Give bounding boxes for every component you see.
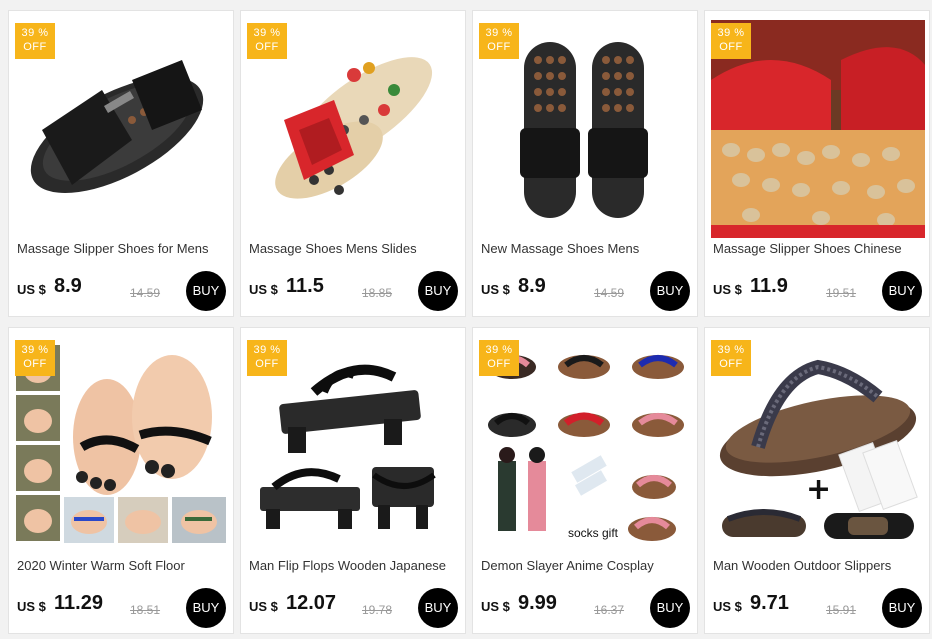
product-card[interactable]: 39 % OFF 2020 Winter Warm Soft Floor US …	[8, 327, 234, 634]
original-price: 15.91	[826, 603, 857, 617]
product-title[interactable]: Massage Slipper Shoes for Mens	[17, 241, 231, 256]
buy-button[interactable]: BUY	[882, 271, 922, 311]
currency-label: US $	[249, 599, 278, 614]
currency-label: US $	[17, 599, 46, 614]
currency-label: US $	[481, 599, 510, 614]
original-price: 19.78	[362, 603, 393, 617]
buy-button[interactable]: BUY	[186, 271, 226, 311]
discount-badge: 39 % OFF	[711, 340, 751, 376]
original-price: 16.37	[594, 603, 625, 617]
image-caption: socks gift	[568, 526, 619, 540]
original-price: 18.51	[130, 603, 161, 617]
currency-label: US $	[713, 599, 742, 614]
discount-badge: 39 % OFF	[15, 340, 55, 376]
product-price: 11.5	[286, 275, 324, 297]
product-card[interactable]: 39 % OFF Massage Slipper Shoes for Mens U…	[8, 10, 234, 317]
svg-text:+: +	[806, 472, 831, 507]
product-title[interactable]: 2020 Winter Warm Soft Floor	[17, 558, 231, 573]
currency-label: US $	[249, 282, 278, 297]
product-price: 8.9	[54, 275, 82, 297]
currency-label: US $	[17, 282, 46, 297]
product-grid: 39 % OFF Massage Slipper Shoes for Mens U…	[6, 10, 930, 634]
product-card[interactable]: 39 % OFF Massage Shoes Mens Slides US $ 1…	[240, 10, 466, 317]
product-title[interactable]: Man Wooden Outdoor Slippers	[713, 558, 927, 573]
currency-label: US $	[713, 282, 742, 297]
buy-button[interactable]: BUY	[650, 271, 690, 311]
buy-button[interactable]: BUY	[650, 588, 690, 628]
product-price: 8.9	[518, 275, 546, 297]
product-card[interactable]: 39 % OFF Massage Slipper Shoes Chinese U…	[704, 10, 930, 317]
product-card[interactable]: 39 % OFF + Man Wooden Outdoor Slippers US…	[704, 327, 930, 634]
product-card[interactable]: 39 % OFF New Massage Shoes Mens US $ 8.9…	[472, 10, 698, 317]
original-price: 19.51	[826, 286, 857, 300]
product-title[interactable]: Man Flip Flops Wooden Japanese	[249, 558, 463, 573]
product-price: 9.71	[750, 592, 789, 614]
original-price: 14.59	[130, 286, 161, 300]
product-price: 12.07	[286, 592, 337, 614]
product-price: 11.9	[750, 275, 788, 297]
discount-badge: 39 % OFF	[247, 23, 287, 59]
product-title[interactable]: Demon Slayer Anime Cosplay	[481, 558, 695, 573]
buy-button[interactable]: BUY	[882, 588, 922, 628]
product-title[interactable]: New Massage Shoes Mens	[481, 241, 695, 256]
product-card[interactable]: 39 % OFF socks gift Demon Slayer Anime C…	[472, 327, 698, 634]
buy-button[interactable]: BUY	[418, 588, 458, 628]
discount-badge: 39 % OFF	[479, 23, 519, 59]
product-title[interactable]: Massage Slipper Shoes Chinese	[713, 241, 927, 256]
original-price: 14.59	[594, 286, 625, 300]
discount-badge: 39 % OFF	[479, 340, 519, 376]
product-title[interactable]: Massage Shoes Mens Slides	[249, 241, 463, 256]
buy-button[interactable]: BUY	[186, 588, 226, 628]
original-price: 18.85	[362, 286, 393, 300]
discount-badge: 39 % OFF	[247, 340, 287, 376]
product-card[interactable]: 39 % OFF Man Flip Flops Wooden Japanese U…	[240, 327, 466, 634]
discount-badge: 39 % OFF	[15, 23, 55, 59]
product-price: 11.29	[54, 592, 103, 614]
buy-button[interactable]: BUY	[418, 271, 458, 311]
product-price: 9.99	[518, 592, 557, 614]
discount-badge: 39 % OFF	[711, 23, 751, 59]
currency-label: US $	[481, 282, 510, 297]
